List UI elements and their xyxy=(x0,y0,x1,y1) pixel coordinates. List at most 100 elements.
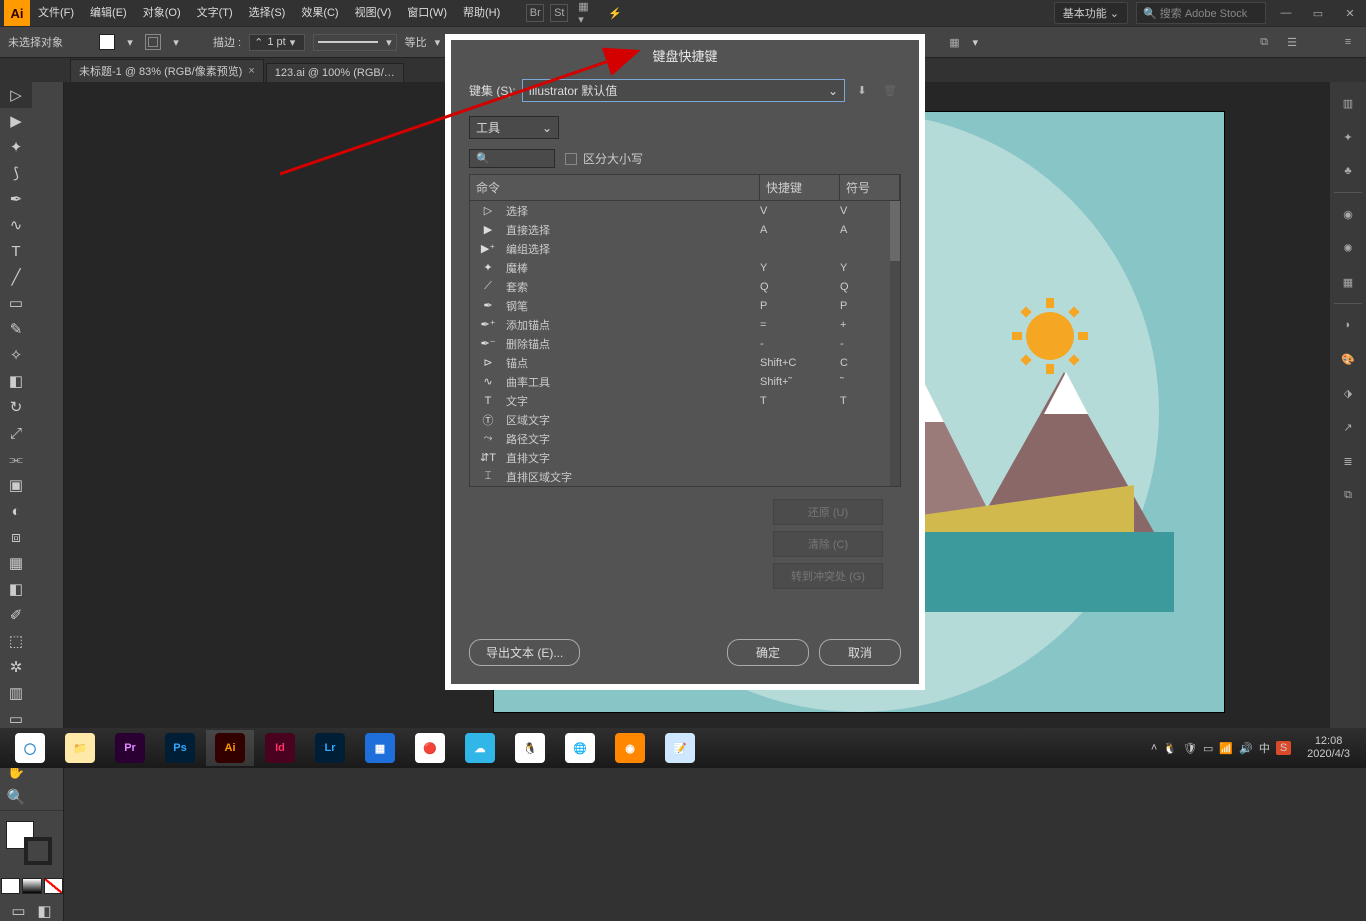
close-icon[interactable]: × xyxy=(248,65,254,77)
swatches-panel-icon[interactable]: ▦ xyxy=(1335,269,1361,295)
taskbar-notes[interactable]: 📝 xyxy=(656,730,704,766)
menu-window[interactable]: 窗口(W) xyxy=(399,0,455,26)
free-transform-tool[interactable]: ▣ xyxy=(0,472,32,498)
tray-expand-icon[interactable]: ˄ xyxy=(1151,742,1157,754)
workspace-switcher[interactable]: 基本功能 ⌄ xyxy=(1054,2,1128,24)
shortcut-row[interactable]: ∿曲率工具Shift+˜˜ xyxy=(470,372,900,391)
search-stock-input[interactable]: 🔍 搜索 Adobe Stock xyxy=(1136,2,1266,24)
stroke-weight-input[interactable]: ⌃1 pt▾ xyxy=(249,34,305,51)
taskbar-app4[interactable]: ◉ xyxy=(606,730,654,766)
system-tray[interactable]: ˄ 🐧 🛡 ▭ 📶 🔊 中 S 12:08 2020/4/3 xyxy=(1151,735,1360,761)
taskbar-premiere[interactable]: Pr xyxy=(106,730,154,766)
align-icon[interactable]: ▦ xyxy=(944,32,964,52)
symbol-sprayer-tool[interactable]: ✲ xyxy=(0,654,32,680)
shortcut-row[interactable]: T文字TT xyxy=(470,391,900,410)
shaper-tool[interactable]: ✧ xyxy=(0,342,32,368)
ok-button[interactable]: 确定 xyxy=(727,639,809,666)
color-mode-fill[interactable] xyxy=(1,878,20,894)
zoom-tool[interactable]: 🔍 xyxy=(0,784,32,810)
shortcut-row[interactable]: ⟋套索QQ xyxy=(470,277,900,296)
shortcut-row[interactable]: ✦魔棒YY xyxy=(470,258,900,277)
shortcut-row[interactable]: Ⓣ区域文字 xyxy=(470,410,900,429)
export-text-button[interactable]: 导出文本 (E)... xyxy=(469,639,580,666)
export-panel-icon[interactable]: ↗ xyxy=(1335,414,1361,440)
shortcut-row[interactable]: ⌶直排区域文字 xyxy=(470,467,900,486)
menu-file[interactable]: 文件(F) xyxy=(30,0,82,26)
panel-menu-icon[interactable]: ≡ xyxy=(1338,32,1358,52)
doc-setup-icon[interactable]: ⧉ xyxy=(1254,32,1274,52)
stroke-panel-icon[interactable]: ◗ xyxy=(1335,312,1361,338)
menu-select[interactable]: 选择(S) xyxy=(241,0,294,26)
tray-shield-icon[interactable]: 🛡 xyxy=(1183,742,1197,755)
shortcut-row[interactable]: ✒钢笔PP xyxy=(470,296,900,315)
eyedropper-tool[interactable]: ✐ xyxy=(0,602,32,628)
stroke-swatch[interactable] xyxy=(145,34,161,50)
cancel-button[interactable]: 取消 xyxy=(819,639,901,666)
menu-help[interactable]: 帮助(H) xyxy=(455,0,508,26)
stock-icon[interactable]: St xyxy=(550,4,568,22)
taskbar-browser[interactable]: ◯ xyxy=(6,730,54,766)
shortcut-row[interactable]: ⇵T直排文字 xyxy=(470,448,900,467)
tray-sogou-icon[interactable]: S xyxy=(1276,741,1291,755)
taskbar-app1[interactable]: ▦ xyxy=(356,730,404,766)
menu-view[interactable]: 视图(V) xyxy=(347,0,400,26)
rectangle-tool[interactable]: ▭ xyxy=(0,290,32,316)
properties-panel-icon[interactable]: ▥ xyxy=(1335,90,1361,116)
menu-effect[interactable]: 效果(C) xyxy=(293,0,346,26)
shortcut-row[interactable]: ▷选择VV xyxy=(470,201,900,220)
taskbar-qq[interactable]: 🐧 xyxy=(506,730,554,766)
taskbar-app2[interactable]: 🔴 xyxy=(406,730,454,766)
minimize-button[interactable]: — xyxy=(1274,3,1298,23)
taskbar-illustrator[interactable]: Ai xyxy=(206,730,254,766)
menu-object[interactable]: 对象(O) xyxy=(135,0,189,26)
stroke-style-dropdown[interactable]: ▾ xyxy=(313,34,397,51)
direct-selection-tool[interactable]: ▶ xyxy=(0,108,32,134)
curvature-tool[interactable]: ∿ xyxy=(0,212,32,238)
tab-doc1[interactable]: 未标题-1 @ 83% (RGB/像素预览)× xyxy=(70,59,264,82)
color-panel-icon[interactable]: ✺ xyxy=(1335,235,1361,261)
width-tool[interactable]: ⫘ xyxy=(0,446,32,472)
set-dropdown[interactable]: Illustrator 默认值⌄ xyxy=(522,79,845,102)
prefs-icon[interactable]: ☰ xyxy=(1282,32,1302,52)
shortcut-row[interactable]: ⤳路径文字 xyxy=(470,429,900,448)
cc-panel-icon[interactable]: ◉ xyxy=(1335,201,1361,227)
tray-wifi-icon[interactable]: 📶 xyxy=(1219,742,1233,755)
rotate-tool[interactable]: ↻ xyxy=(0,394,32,420)
tray-display-icon[interactable]: ▭ xyxy=(1203,742,1213,755)
tray-volume-icon[interactable]: 🔊 xyxy=(1239,742,1253,755)
tab-doc2[interactable]: 123.ai @ 100% (RGB/… xyxy=(266,63,404,82)
paintbrush-tool[interactable]: ✎ xyxy=(0,316,32,342)
clock[interactable]: 12:08 2020/4/3 xyxy=(1297,735,1360,761)
shortcut-row[interactable]: ✒⁻删除锚点-- xyxy=(470,334,900,353)
category-dropdown[interactable]: 工具⌄ xyxy=(469,116,559,139)
tray-ime[interactable]: 中 xyxy=(1259,740,1270,756)
eraser-tool[interactable]: ◧ xyxy=(0,368,32,394)
perspective-tool[interactable]: ⧈ xyxy=(0,524,32,550)
shortcut-list[interactable]: ▷选择VV▶直接选择AA▶⁺编组选择✦魔棒YY⟋套索QQ✒钢笔PP✒⁺添加锚点=… xyxy=(469,201,901,487)
color-mode-gradient[interactable] xyxy=(22,878,41,894)
scale-mode[interactable]: 等比 xyxy=(405,34,427,50)
maximize-button[interactable]: ▭ xyxy=(1306,3,1330,23)
case-sensitive-checkbox[interactable]: 区分大小写 xyxy=(565,150,643,167)
taskbar-chrome[interactable]: 🌐 xyxy=(556,730,604,766)
libraries-panel-icon[interactable]: ✦ xyxy=(1335,124,1361,150)
mesh-tool[interactable]: ▦ xyxy=(0,550,32,576)
column-graph-tool[interactable]: ▥ xyxy=(0,680,32,706)
fill-stroke-indicator[interactable] xyxy=(0,817,63,877)
line-tool[interactable]: ╱ xyxy=(0,264,32,290)
tray-qq-icon[interactable]: 🐧 xyxy=(1163,742,1177,755)
shape-builder-tool[interactable]: ◐ xyxy=(0,498,32,524)
close-button[interactable]: ✕ xyxy=(1338,3,1362,23)
fill-swatch[interactable] xyxy=(99,34,115,50)
gradient-tool[interactable]: ◧ xyxy=(0,576,32,602)
layers-panel-icon[interactable]: ≣ xyxy=(1335,448,1361,474)
save-set-icon[interactable]: ⬇ xyxy=(851,80,873,102)
screen-mode-icon[interactable]: ▭ xyxy=(8,901,30,921)
gpu-icon[interactable]: ⚡ xyxy=(606,4,624,22)
fill-dropdown[interactable]: ▾ xyxy=(123,35,137,49)
search-input[interactable]: 🔍 xyxy=(469,149,555,168)
draw-mode-icon[interactable]: ◧ xyxy=(34,901,56,921)
brushes-panel-icon[interactable]: ♣ xyxy=(1335,158,1361,184)
taskbar-app3[interactable]: ☁ xyxy=(456,730,504,766)
type-tool[interactable]: T xyxy=(0,238,32,264)
